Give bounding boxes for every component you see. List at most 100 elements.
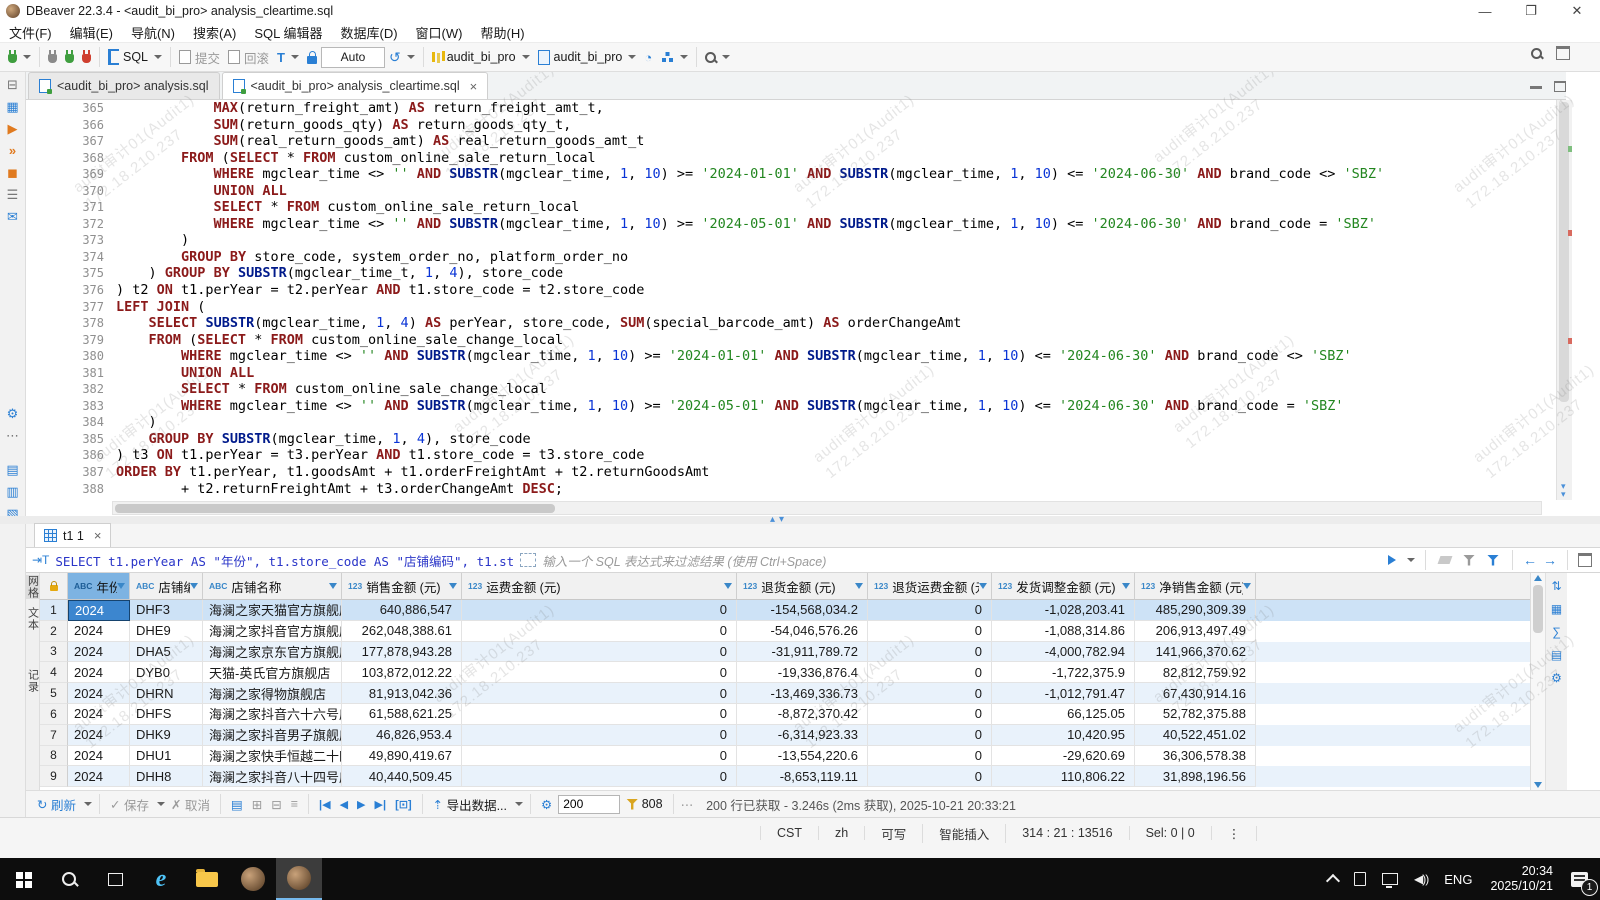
table-cell[interactable]: 40,522,451.02 (1135, 725, 1256, 746)
filter-placeholder[interactable]: 输入一个 SQL 表达式来过滤结果 (使用 Ctrl+Space) (542, 551, 1379, 570)
transaction-log-button[interactable]: T (273, 45, 303, 69)
code-line[interactable]: 382 SELECT * FROM custom_online_sale_cha… (26, 381, 1556, 398)
table-cell[interactable]: 52,782,375.88 (1135, 704, 1256, 725)
more-icon[interactable]: ⋯ (681, 797, 694, 812)
table-cell[interactable]: DHE9 (130, 621, 203, 642)
code-line[interactable]: 379 FROM (SELECT * FROM custom_online_sa… (26, 332, 1556, 349)
filter-arrow-icon[interactable] (329, 583, 337, 589)
table-cell[interactable]: 262,048,388.61 (342, 621, 462, 642)
table-cell[interactable]: 天猫-英氏官方旗舰店 (203, 662, 342, 683)
table-cell[interactable]: 0 (462, 746, 737, 767)
table-cell[interactable]: -1,012,791.47 (992, 683, 1135, 704)
column-header[interactable]: 123退货金额 (元) (737, 573, 868, 600)
row-number[interactable]: 8 (40, 746, 68, 767)
er-diagram-button[interactable] (656, 45, 692, 69)
status-more-icon[interactable]: ⋮ (1212, 826, 1258, 841)
table-cell[interactable]: DHK9 (130, 725, 203, 746)
table-cell[interactable]: DHF3 (130, 600, 203, 621)
table-cell[interactable]: 49,890,419.67 (342, 746, 462, 767)
table-cell[interactable]: 海澜之家抖音六十六号店 (203, 704, 342, 725)
add-row-icon[interactable]: ⊞ (249, 797, 265, 812)
table-cell[interactable]: 0 (868, 704, 992, 725)
table-cell[interactable]: 海澜之家抖音男子旗舰店 (203, 725, 342, 746)
table-row[interactable]: 32024DHA5海澜之家京东官方旗舰店177,878,943.280-31,9… (40, 642, 1530, 663)
filter-arrow-icon[interactable] (979, 583, 987, 589)
taskbar-app-dbeaver-1[interactable] (230, 858, 276, 900)
table-cell[interactable]: 0 (462, 621, 737, 642)
table-cell[interactable]: 0 (868, 683, 992, 704)
results-tab-close-icon[interactable]: × (94, 528, 102, 543)
table-row[interactable]: 22024DHE9海澜之家抖音官方旗舰店262,048,388.610-54,0… (40, 621, 1530, 642)
commit-button[interactable]: 提交 (175, 45, 224, 69)
table-cell[interactable]: 0 (462, 642, 737, 663)
export-button[interactable]: ⇡ 导出数据... (430, 795, 510, 814)
table-cell[interactable]: 0 (462, 662, 737, 683)
menu-item[interactable]: 帮助(H) (471, 22, 533, 42)
table-cell[interactable]: 0 (868, 766, 992, 787)
perspective-icon[interactable] (1556, 46, 1570, 60)
chevron-down-icon[interactable] (84, 802, 92, 806)
table-cell[interactable]: 2024 (68, 621, 130, 642)
code-line[interactable]: 370 UNION ALL (26, 183, 1556, 200)
more-options-icon[interactable]: ⋯ (4, 427, 22, 444)
filter-arrow-icon[interactable] (724, 583, 732, 589)
delete-row-icon[interactable]: ≡ (288, 797, 301, 811)
table-cell[interactable]: 2024 (68, 683, 130, 704)
metadata-panel-icon[interactable]: ▤ (1551, 648, 1562, 662)
scroll-down-arrows[interactable]: ▾▾ (1561, 482, 1566, 498)
filter-history-back[interactable]: ← (1523, 552, 1537, 568)
run-all-icon[interactable]: » (4, 142, 22, 159)
code-line[interactable]: 388 + t2.returnFreightAmt + t3.orderChan… (26, 481, 1556, 498)
grid-vscroll-thumb[interactable] (1533, 585, 1543, 633)
table-cell[interactable]: 0 (462, 766, 737, 787)
code-line[interactable]: 385 GROUP BY SUBSTR(mgclear_time, 1, 4),… (26, 431, 1556, 448)
code-line[interactable]: 373 ) (26, 232, 1556, 249)
column-header[interactable]: ABC年份 (68, 573, 130, 600)
row-number[interactable]: 1 (40, 600, 68, 621)
search-button[interactable] (701, 45, 734, 69)
edit-filter-button[interactable] (1460, 555, 1478, 566)
menu-item[interactable]: 窗口(W) (407, 22, 472, 42)
table-cell[interactable]: 0 (868, 725, 992, 746)
code-line[interactable]: 377LEFT JOIN ( (26, 299, 1556, 316)
table-cell[interactable]: 10,420.95 (992, 725, 1135, 746)
menu-item[interactable]: SQL 编辑器 (245, 22, 331, 42)
code-line[interactable]: 368 FROM (SELECT * FROM custom_online_sa… (26, 150, 1556, 167)
table-cell[interactable]: 0 (462, 725, 737, 746)
row-number[interactable]: 5 (40, 683, 68, 704)
row-number[interactable]: 2 (40, 621, 68, 642)
table-cell[interactable]: -1,088,314.86 (992, 621, 1135, 642)
minimize-button[interactable]: — (1462, 0, 1508, 22)
table-row[interactable]: 52024DHRN海澜之家得物旗舰店81,913,042.360-13,469,… (40, 683, 1530, 704)
chevron-down-icon[interactable] (157, 802, 165, 806)
history-button[interactable]: ↺ (385, 45, 419, 69)
tray-expand-button[interactable] (1320, 858, 1346, 900)
table-cell[interactable]: DHH8 (130, 766, 203, 787)
mail-result-icon[interactable]: ✉ (4, 208, 22, 225)
menu-item[interactable]: 导航(N) (122, 22, 184, 42)
table-cell[interactable]: -31,911,789.72 (737, 642, 868, 663)
panel-toggle-icon[interactable] (1578, 553, 1592, 567)
tab-close-icon[interactable]: × (470, 79, 478, 94)
table-cell[interactable]: 0 (868, 621, 992, 642)
notification-center-button[interactable]: 1 (1563, 858, 1600, 900)
code-line[interactable]: 387ORDER BY t1.perYear, t1.goodsAmt + t1… (26, 464, 1556, 481)
editor-hscrollbar[interactable] (112, 501, 1542, 515)
taskbar-app-folder[interactable] (184, 858, 230, 900)
new-connection-button[interactable] (4, 45, 35, 69)
row-number[interactable]: 9 (40, 766, 68, 787)
table-cell[interactable]: -1,722,375.9 (992, 662, 1135, 683)
column-header[interactable]: 123发货调整金额 (元) (992, 573, 1135, 600)
table-cell[interactable]: 82,812,759.92 (1135, 662, 1256, 683)
editor-tab[interactable]: <audit_bi_pro> analysis_cleartime.sql× (222, 72, 489, 99)
row-filter-button[interactable]: 808 (623, 797, 665, 811)
table-cell[interactable]: -29,620.69 (992, 746, 1135, 767)
tray-language[interactable]: ENG (1436, 858, 1480, 900)
taskbar-app-dbeaver-2[interactable] (276, 858, 322, 900)
table-cell[interactable]: 110,806.22 (992, 766, 1135, 787)
table-cell[interactable]: -154,568,034.2 (737, 600, 868, 621)
maximize-view-icon[interactable] (1554, 81, 1566, 92)
save-filter-button[interactable] (1484, 555, 1502, 566)
database-navigator-icon[interactable]: ▦ (4, 98, 22, 115)
panel-splitter[interactable] (0, 516, 1600, 524)
